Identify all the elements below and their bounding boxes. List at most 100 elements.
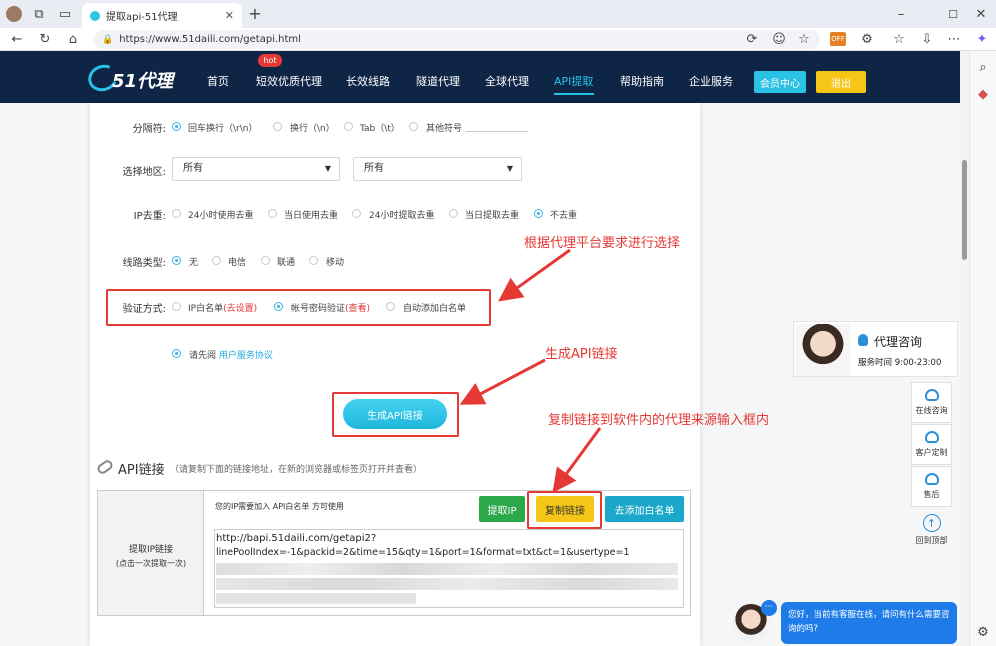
nav-home[interactable]: 首页 [207, 73, 229, 89]
auth-radio-auto-whitelist[interactable] [386, 302, 395, 311]
headset-icon [924, 431, 939, 443]
line-radio-mobile[interactable] [309, 256, 318, 265]
auth-opt-whitelist-wrap: IP白名单(去设置) [188, 301, 257, 314]
more-menu-icon[interactable]: ⋯ [947, 32, 961, 46]
site-favicon-icon [90, 10, 100, 21]
dedup-radio-day-use[interactable] [268, 209, 277, 218]
blurred-link-text [216, 563, 678, 575]
chevron-down-icon: ▼ [324, 164, 331, 173]
blurred-link-text [216, 578, 678, 590]
sidebar-settings-icon[interactable]: ⚙ [976, 625, 990, 639]
line-radio-none[interactable] [172, 256, 181, 265]
nav-tunnel[interactable]: 隧道代理 [416, 73, 460, 89]
side-btn-label: 在线咨询 [915, 406, 948, 415]
member-center-button[interactable]: 会员中心 [754, 71, 806, 93]
auth-password-view-link[interactable]: (查看) [345, 304, 370, 314]
new-tab-icon[interactable]: + [247, 6, 263, 22]
auth-radio-password[interactable] [274, 302, 283, 311]
api-link-line2: linePoolIndex=-1&packid=2&time=15&qty=1&… [216, 547, 630, 558]
tab-actions-icon[interactable]: ▭ [58, 7, 72, 21]
maximize-icon[interactable]: ☐ [945, 6, 961, 22]
chat-message-bubble[interactable]: 您好，当前有客服在线，请问有什么需要咨询的吗? [781, 602, 957, 644]
back-icon[interactable]: ← [10, 32, 24, 46]
dedup-opt-day-use: 当日使用去重 [284, 211, 339, 221]
scrollbar-thumb[interactable] [962, 160, 967, 260]
auth-radio-whitelist[interactable] [172, 302, 181, 311]
browser-tab-active[interactable]: 提取api-51代理 ✕ [82, 3, 242, 28]
fetch-ip-link-label: 提取IP链接 [128, 545, 174, 555]
region-select-2[interactable]: 所有 ▼ [353, 157, 522, 181]
nav-help[interactable]: 帮助指南 [620, 73, 664, 89]
agreement-checkbox[interactable] [172, 349, 181, 358]
dedup-radio-none[interactable] [534, 209, 543, 218]
other-symbol-input[interactable] [466, 131, 528, 132]
sidebar-tool-icon[interactable]: ◆ [976, 87, 990, 101]
consult-card[interactable]: 代理咨询 服务时间 9:00-23:00 [793, 321, 958, 377]
site-logo[interactable]: 51代理 [112, 67, 173, 93]
refresh-icon[interactable]: ↻ [38, 32, 52, 46]
after-sales-button[interactable]: 售后 [911, 466, 952, 507]
nav-long-line[interactable]: 长效线路 [346, 73, 390, 89]
dedup-opt-24h-fetch: 24小时提取去重 [369, 211, 435, 221]
agreement-link[interactable]: 用户服务协议 [219, 351, 273, 361]
consultant-avatar [796, 324, 850, 376]
copy-link-button[interactable]: 复制链接 [536, 496, 594, 522]
separator-radio-tab[interactable] [344, 122, 353, 131]
sidebar-search-icon[interactable]: ⌕ [976, 60, 990, 74]
close-window-icon[interactable]: ✕ [973, 6, 989, 22]
favorite-star-icon[interactable]: ☆ [797, 32, 811, 46]
consult-title: 代理咨询 [874, 335, 923, 349]
profile-avatar-icon[interactable] [6, 6, 22, 22]
url-text: https://www.51daili.com/getapi.html [119, 34, 301, 45]
separator-radio-lf[interactable] [273, 122, 282, 131]
auth-opt-password-wrap: 帐号密码验证(查看) [291, 301, 370, 314]
separator-opt-tab: Tab（\t） [360, 124, 400, 134]
collections-icon[interactable]: ☆ [892, 32, 906, 46]
hot-badge: hot [258, 54, 282, 67]
downloads-icon[interactable]: ⇩ [920, 32, 934, 46]
add-whitelist-button[interactable]: 去添加白名单 [605, 496, 684, 522]
region-select-1[interactable]: 所有 ▼ [172, 157, 340, 181]
generate-api-button[interactable]: 生成API链接 [343, 399, 447, 429]
nav-global[interactable]: 全球代理 [485, 73, 529, 89]
logout-button[interactable]: 退出 [816, 71, 866, 93]
copy-hint-annotation: 复制链接到软件内的代理来源输入框内 [548, 413, 770, 428]
read-aloud-icon[interactable]: ☺ [772, 32, 786, 46]
copilot-icon[interactable]: ✦ [975, 32, 989, 46]
home-icon[interactable]: ⌂ [66, 32, 80, 46]
browser-sidebar: ⌕ ◆ ⚙ [969, 51, 996, 646]
custom-order-button[interactable]: 客户定制 [911, 424, 952, 465]
region-label: 选择地区: [122, 167, 166, 178]
translate-icon[interactable]: ⟳ [745, 32, 759, 46]
dedup-radio-day-fetch[interactable] [449, 209, 458, 218]
fetch-ip-button[interactable]: 提取IP [479, 496, 525, 522]
nav-enterprise[interactable]: 企业服务 [689, 73, 733, 89]
lock-icon: 🔒 [102, 34, 114, 45]
dedup-opt-24h-use: 24小时使用去重 [188, 211, 254, 221]
nav-short-proxy[interactable]: 短效优质代理 [256, 73, 322, 89]
extensions-icon[interactable]: ⚙ [860, 32, 874, 46]
close-tab-icon[interactable]: ✕ [225, 9, 234, 22]
workspaces-icon[interactable]: ⧉ [32, 7, 46, 21]
dedup-radio-24h-fetch[interactable] [352, 209, 361, 218]
generate-hint-annotation: 生成API链接 [545, 347, 618, 362]
address-bar[interactable]: 🔒 https://www.51daili.com/getapi.html [94, 30, 820, 49]
separator-radio-other[interactable] [409, 122, 418, 131]
minimize-icon[interactable]: – [893, 6, 909, 22]
back-to-top-button[interactable]: ↑ 回到顶部 [911, 510, 952, 550]
tab-title: 提取api-51代理 [106, 12, 178, 23]
line-radio-unicom[interactable] [261, 256, 270, 265]
side-btn-label: 客户定制 [915, 448, 948, 457]
page-scrollbar[interactable] [960, 51, 969, 646]
api-link-textarea[interactable]: http://bapi.51daili.com/getapi2? linePoo… [214, 529, 684, 608]
separator-radio-crlf[interactable] [172, 122, 181, 131]
extension-off-icon[interactable]: OFF [830, 32, 846, 46]
line-radio-telecom[interactable] [212, 256, 221, 265]
qq-icon [858, 334, 868, 346]
auth-opt-password: 帐号密码验证 [291, 304, 346, 314]
online-consult-button[interactable]: 在线咨询 [911, 382, 952, 423]
api-link-line1: http://bapi.51daili.com/getapi2? [216, 533, 377, 544]
dedup-radio-24h-use[interactable] [172, 209, 181, 218]
nav-api[interactable]: API提取 [554, 73, 593, 89]
auth-whitelist-setup-link[interactable]: (去设置) [223, 304, 257, 314]
